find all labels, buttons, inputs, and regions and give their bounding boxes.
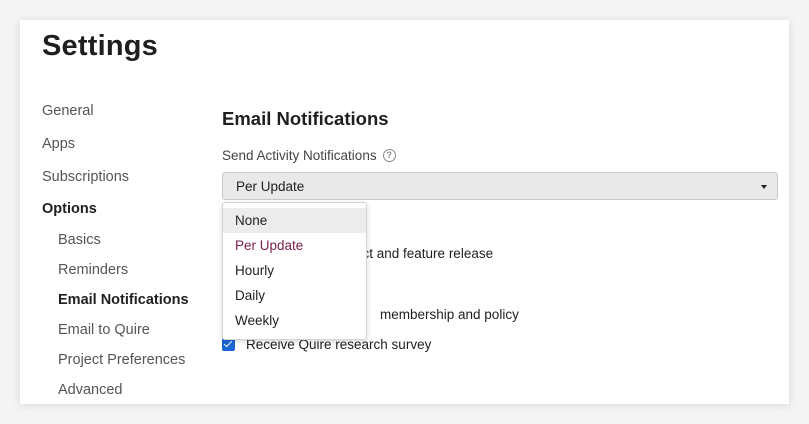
- sidebar-subitem-email-to-quire[interactable]: Email to Quire: [58, 322, 150, 338]
- sidebar-item-general[interactable]: General: [42, 103, 94, 119]
- help-icon[interactable]: ?: [382, 149, 396, 162]
- section-title: Email Notifications: [222, 108, 389, 129]
- sidebar-item-options[interactable]: Options: [42, 201, 97, 217]
- select-value: Per Update: [236, 179, 305, 194]
- page-title: Settings: [42, 30, 158, 62]
- dropdown-option-daily[interactable]: Daily: [223, 283, 366, 308]
- sidebar-subitem-basics[interactable]: Basics: [58, 232, 101, 248]
- sidebar-item-apps[interactable]: Apps: [42, 136, 75, 152]
- sidebar-subitem-email-notifications[interactable]: Email Notifications: [58, 292, 189, 308]
- sidebar-subitem-reminders[interactable]: Reminders: [58, 262, 128, 278]
- activity-notifications-label: Send Activity Notifications ?: [222, 148, 396, 163]
- activity-notifications-label-text: Send Activity Notifications: [222, 148, 377, 163]
- sidebar-subitem-project-preferences[interactable]: Project Preferences: [58, 352, 185, 368]
- activity-notifications-select[interactable]: Per Update: [222, 172, 778, 200]
- settings-panel: Settings General Apps Subscriptions Opti…: [20, 20, 789, 404]
- dropdown-option-none[interactable]: None: [223, 208, 366, 233]
- dropdown-option-per-update[interactable]: Per Update: [223, 233, 366, 258]
- activity-notifications-dropdown: None Per Update Hourly Daily Weekly: [222, 202, 367, 340]
- caret-down-icon: [761, 185, 767, 189]
- dropdown-option-hourly[interactable]: Hourly: [223, 258, 366, 283]
- sidebar-item-subscriptions[interactable]: Subscriptions: [42, 169, 129, 185]
- checkbox-label-product-release: uct and feature release: [355, 246, 494, 261]
- checkbox-label-membership-policy: membership and policy: [380, 307, 519, 322]
- sidebar-subitem-advanced[interactable]: Advanced: [58, 382, 123, 398]
- dropdown-option-weekly[interactable]: Weekly: [223, 308, 366, 333]
